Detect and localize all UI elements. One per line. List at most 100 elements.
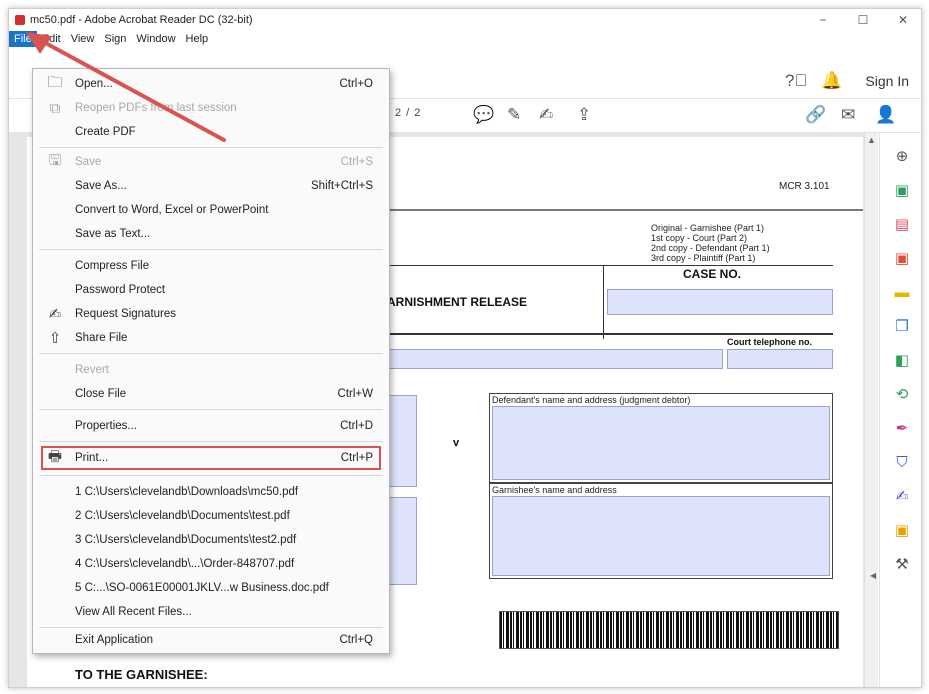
- share-icon: ⇧: [48, 330, 62, 347]
- scroll-up-icon[interactable]: ▲: [867, 135, 876, 145]
- menu-item-close-file[interactable]: Close File Ctrl+W: [33, 383, 389, 405]
- help-icon[interactable]: ?⃝: [785, 71, 807, 91]
- menu-item-request-signatures[interactable]: ✍ Request Signatures: [33, 303, 389, 325]
- sign-icon[interactable]: ✍: [539, 105, 553, 125]
- more-tools-icon[interactable]: ⚒: [892, 555, 912, 575]
- close-button[interactable]: ✕: [883, 9, 921, 31]
- defendant-field[interactable]: [492, 406, 830, 480]
- menu-item-share-file[interactable]: ⇧ Share File: [33, 327, 389, 349]
- menu-separator: [39, 409, 383, 410]
- menu-window[interactable]: Window: [131, 31, 180, 47]
- right-tools-panel: ⊕ ▣ ▤ ▣ ▬ ❐ ◧ ⟲ ✒ ⛉ ✍ ▣ ⚒ ◀: [870, 133, 921, 687]
- menu-item-compress[interactable]: Compress File: [33, 255, 389, 277]
- menu-item-label: Properties...: [75, 420, 137, 432]
- garnishee-box: Garnishee's name and address: [489, 483, 833, 579]
- collapse-panel-icon[interactable]: ◀: [870, 571, 876, 580]
- menu-item-open[interactable]: 🗀 Open... Ctrl+O: [33, 73, 389, 95]
- menu-separator: [39, 353, 383, 354]
- to-garnishee-heading: TO THE GARNISHEE:: [75, 667, 208, 682]
- court-address-field[interactable]: [387, 349, 723, 369]
- sign-in-link[interactable]: Sign In: [865, 73, 909, 89]
- send-review-icon[interactable]: ▣: [892, 521, 912, 541]
- menu-item-save-as[interactable]: Save As... Shift+Ctrl+S: [33, 175, 389, 197]
- menu-item-recent-1[interactable]: 1 C:\Users\clevelandb\Downloads\mc50.pdf: [33, 481, 389, 503]
- link-edit-icon[interactable]: 🔗: [805, 105, 826, 125]
- menu-item-properties[interactable]: Properties... Ctrl+D: [33, 415, 389, 437]
- menu-item-print[interactable]: 🖶 Print... Ctrl+P: [33, 447, 389, 469]
- menu-item-recent-3[interactable]: 3 C:\Users\clevelandb\Documents\test2.pd…: [33, 529, 389, 551]
- menu-separator: [39, 475, 383, 476]
- title-bar: mc50.pdf - Adobe Acrobat Reader DC (32-b…: [9, 9, 921, 31]
- menu-item-label: Request Signatures: [75, 308, 177, 320]
- export-pdf-icon[interactable]: ▣: [892, 181, 912, 201]
- menu-item-exit[interactable]: Exit Application Ctrl+Q: [33, 629, 389, 651]
- compress-icon[interactable]: ⟲: [892, 385, 912, 405]
- menu-item-view-all-recent[interactable]: View All Recent Files...: [33, 601, 389, 623]
- versus-label: v: [453, 437, 460, 449]
- court-phone-field[interactable]: [727, 349, 833, 369]
- menu-item-label: 1 C:\Users\clevelandb\Downloads\mc50.pdf: [75, 486, 299, 498]
- menu-separator: [39, 147, 383, 148]
- menu-separator: [39, 627, 383, 628]
- reopen-icon: ⧉: [49, 99, 61, 117]
- menu-item-reopen[interactable]: ⧉ Reopen PDFs from last session: [33, 97, 389, 119]
- menu-item-label: Create PDF: [75, 126, 136, 138]
- menu-item-shortcut: Ctrl+D: [340, 420, 373, 432]
- save-icon: 🖫: [48, 151, 62, 169]
- form-barcode: [499, 611, 839, 649]
- court-phone-label: Court telephone no.: [727, 337, 812, 347]
- highlight-pen-icon[interactable]: ✎: [507, 105, 521, 125]
- request-signature-tool-icon[interactable]: ✍: [892, 487, 912, 507]
- comment-icon[interactable]: 💬: [473, 105, 494, 125]
- menu-item-label: Revert: [75, 364, 109, 376]
- edit-pdf-icon[interactable]: ◧: [892, 351, 912, 371]
- copy-line-4: 3rd copy - Plaintiff (Part 1): [651, 253, 756, 263]
- plaintiff-attorney-field[interactable]: [387, 497, 417, 585]
- notification-bell-icon[interactable]: 🔔: [821, 71, 842, 91]
- menu-item-password-protect[interactable]: Password Protect: [33, 279, 389, 301]
- menu-help[interactable]: Help: [181, 31, 214, 47]
- case-no-field[interactable]: [607, 289, 833, 315]
- rule: [387, 265, 833, 266]
- vertical-scrollbar[interactable]: ▲: [864, 133, 878, 687]
- menu-file[interactable]: File: [9, 31, 37, 47]
- menu-item-recent-5[interactable]: 5 C:...\SO-0061E00001JKLV...w Business.d…: [33, 577, 389, 599]
- defendant-box: Defendant's name and address (judgment d…: [489, 393, 833, 483]
- form-title: ARNISHMENT RELEASE: [387, 295, 528, 309]
- email-icon[interactable]: ✉: [841, 105, 855, 125]
- garnishee-field[interactable]: [492, 496, 830, 576]
- add-user-icon[interactable]: 👤: [875, 105, 896, 125]
- menu-item-label: Reopen PDFs from last session: [75, 102, 237, 114]
- menu-item-shortcut: Ctrl+Q: [339, 634, 373, 646]
- menu-item-recent-2[interactable]: 2 C:\Users\clevelandb\Documents\test.pdf: [33, 505, 389, 527]
- menu-item-label: Compress File: [75, 260, 150, 272]
- defendant-label: Defendant's name and address (judgment d…: [492, 395, 691, 405]
- create-pdf-icon[interactable]: ▣: [892, 249, 912, 269]
- menu-view[interactable]: View: [66, 31, 100, 47]
- comment-tool-icon[interactable]: ▬: [892, 283, 912, 303]
- acrobat-app-icon: [15, 15, 25, 25]
- request-signature-icon: ✍: [48, 306, 62, 323]
- combine-files-icon[interactable]: ❐: [892, 317, 912, 337]
- menu-item-revert[interactable]: Revert: [33, 359, 389, 381]
- protect-icon[interactable]: ⛉: [892, 453, 912, 473]
- page-indicator[interactable]: 2 / 2: [395, 107, 421, 119]
- zoom-in-icon[interactable]: ⊕: [892, 147, 912, 167]
- organize-pages-icon[interactable]: ▤: [892, 215, 912, 235]
- case-no-label: CASE NO.: [683, 267, 742, 281]
- menu-separator: [39, 441, 383, 442]
- share-icon[interactable]: ⇪: [577, 105, 591, 125]
- menu-item-create-pdf[interactable]: Create PDF: [33, 121, 389, 143]
- menu-sign[interactable]: Sign: [99, 31, 131, 47]
- maximize-button[interactable]: ☐: [843, 9, 883, 31]
- menu-item-recent-4[interactable]: 4 C:\Users\clevelandb\...\Order-848707.p…: [33, 553, 389, 575]
- menu-item-save-as-text[interactable]: Save as Text...: [33, 223, 389, 245]
- fill-sign-icon[interactable]: ✒: [892, 419, 912, 439]
- menu-edit[interactable]: Edit: [37, 31, 66, 47]
- minimize-button[interactable]: −: [803, 9, 843, 31]
- menu-item-save[interactable]: 🖫 Save Ctrl+S: [33, 151, 389, 173]
- rule: [387, 209, 863, 211]
- plaintiff-field[interactable]: [387, 395, 417, 487]
- menu-item-convert[interactable]: Convert to Word, Excel or PowerPoint: [33, 199, 389, 221]
- menu-item-label: Close File: [75, 388, 127, 400]
